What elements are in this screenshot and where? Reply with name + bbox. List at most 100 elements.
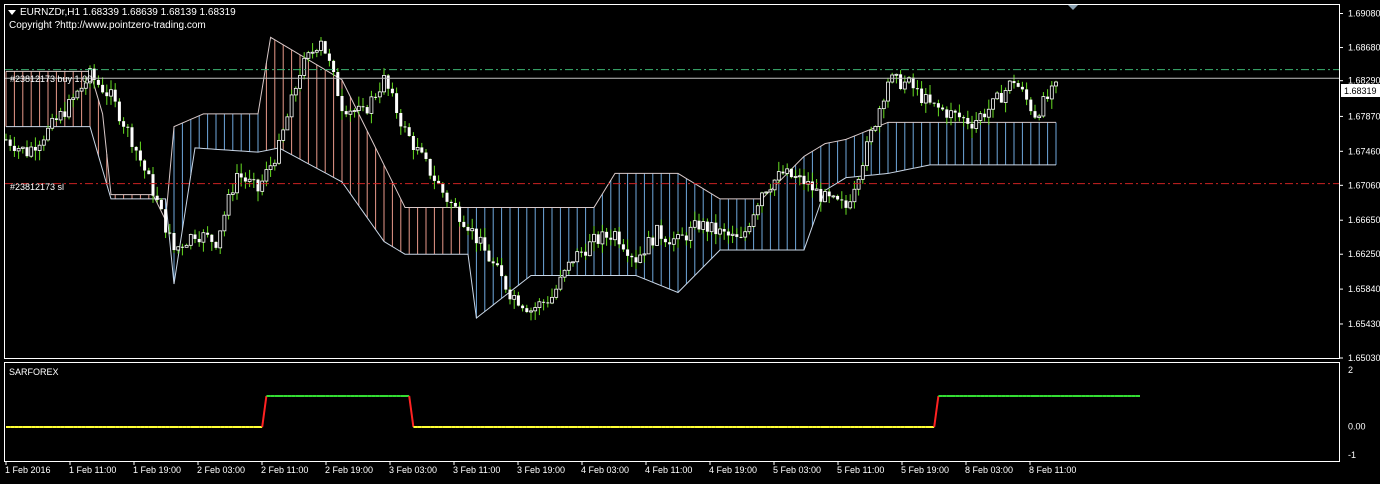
candle-body-bear	[399, 112, 403, 127]
candle-body-bear	[8, 139, 12, 146]
candle-body-bear	[487, 250, 491, 262]
candle-body-bull	[575, 251, 580, 263]
candle-body-bull	[50, 117, 55, 129]
candle-body-bull	[377, 91, 382, 98]
candle-body-bear	[617, 231, 621, 245]
candle-body-bull	[1041, 96, 1046, 117]
candle-body-bull	[1037, 115, 1042, 119]
candle-body-bear	[819, 188, 823, 202]
price-tick-label: 1.69080	[1348, 9, 1380, 19]
sarforex-segment	[261, 395, 268, 428]
trade-sl-label: #23812173 sl	[10, 182, 64, 192]
time-tick-label: 3 Feb 19:00	[517, 465, 565, 475]
candle-body-bull	[415, 147, 420, 151]
candle-body-bull	[562, 269, 567, 278]
candle-body-bear	[210, 234, 214, 242]
candle-body-bull	[16, 148, 21, 152]
sarforex-segment	[933, 395, 940, 428]
ichimoku-cloud	[5, 36, 1057, 319]
candle-body-bear	[206, 232, 210, 235]
candle-body-bear	[474, 228, 478, 244]
candle-body-bear	[365, 107, 369, 114]
candle-body-bear	[584, 251, 588, 256]
candle-body-bear	[407, 127, 411, 137]
candle-body-bear	[172, 233, 176, 251]
candle-body-bear	[1046, 96, 1050, 99]
indicator-tick-label: -1	[1348, 450, 1356, 460]
candle-body-bear	[609, 237, 613, 240]
price-tick-label: 1.67060	[1348, 180, 1380, 190]
candle-body-bull	[877, 108, 882, 127]
main-chart-frame	[4, 4, 1340, 359]
candle-body-bull	[793, 176, 798, 178]
candle-body-bear	[147, 170, 151, 175]
trading-chart[interactable]: 1.690801.686801.682901.678701.674601.670…	[0, 0, 1380, 484]
time-tick-label: 5 Feb 11:00	[837, 465, 884, 475]
candle-body-bull	[655, 224, 659, 246]
candle-body-bear	[516, 295, 520, 306]
candle-body-bull	[281, 129, 286, 141]
candle-body-bear	[96, 79, 100, 85]
indicator-window-frame	[4, 362, 1340, 462]
price-tick-label: 1.67870	[1348, 111, 1380, 121]
candle-body-bear	[546, 302, 550, 304]
candle-body-bear	[1012, 81, 1016, 84]
time-tick-label: 8 Feb 03:00	[965, 465, 1013, 475]
candle-body-bull	[747, 226, 752, 233]
candle-body-bull	[856, 178, 861, 190]
candle-body-bull	[718, 228, 722, 235]
candle-body-bull	[533, 307, 538, 312]
candle-body-bear	[411, 136, 415, 150]
candle-body-bear	[403, 126, 407, 128]
candle-body-bear	[445, 192, 449, 202]
candle-body-bear	[680, 234, 684, 236]
candle-body-bear	[630, 255, 634, 258]
candle-body-bear	[596, 234, 600, 244]
candle-body-bear	[327, 53, 331, 61]
candle-body-bear	[542, 301, 546, 303]
trade-lines	[5, 69, 1339, 185]
candle-body-bull	[537, 301, 542, 308]
candle-body-bull	[46, 127, 50, 141]
candle-body-bull	[226, 194, 231, 216]
candle-body-bear	[336, 72, 340, 96]
candle-body-bull	[71, 97, 76, 100]
candle-body-bull	[772, 179, 777, 191]
candle-body-bear	[983, 113, 987, 118]
candle-body-bull	[293, 87, 298, 96]
candle-body-bull	[865, 141, 869, 167]
candle-body-bull	[701, 221, 706, 230]
candle-body-bull	[991, 98, 995, 110]
chart-shift-marker-icon[interactable]	[1068, 5, 1078, 10]
candle-body-bull	[886, 81, 890, 102]
price-tick-label: 1.65030	[1348, 353, 1380, 363]
candle-body-bear	[323, 41, 327, 54]
candle-body-bull	[37, 144, 42, 151]
candle-body-bear	[126, 126, 130, 128]
triangle-down-icon[interactable]	[8, 10, 16, 15]
time-tick-label: 4 Feb 03:00	[581, 465, 629, 475]
time-tick-label: 4 Feb 11:00	[645, 465, 692, 475]
time-tick-label: 3 Feb 03:00	[389, 465, 437, 475]
candle-body-bear	[663, 238, 667, 243]
candle-body-bear	[164, 209, 168, 233]
candle-body-bull	[289, 94, 294, 118]
candle-body-bear	[810, 181, 814, 191]
candle-body-bear	[739, 236, 743, 238]
candle-body-bear	[143, 160, 147, 171]
time-tick-label: 2 Feb 11:00	[261, 465, 308, 475]
candle-body-bull	[831, 195, 836, 198]
candle-body-bull	[356, 105, 361, 111]
candle-body-bull	[285, 116, 290, 131]
candle-body-bull	[558, 276, 563, 290]
candle-body-bear	[508, 289, 512, 300]
trade-buy-label: #23812173 buy 1.00	[10, 74, 92, 84]
indicator-tick-label: 0.00	[1348, 422, 1366, 432]
candle-body-bull	[58, 111, 63, 121]
candle-body-bull	[881, 100, 886, 110]
candle-body-bull	[75, 90, 80, 99]
candle-body-bear	[395, 93, 399, 113]
candle-body-bear	[899, 74, 903, 90]
candle-body-bull	[319, 40, 323, 51]
sarforex-indicator	[6, 395, 1140, 428]
